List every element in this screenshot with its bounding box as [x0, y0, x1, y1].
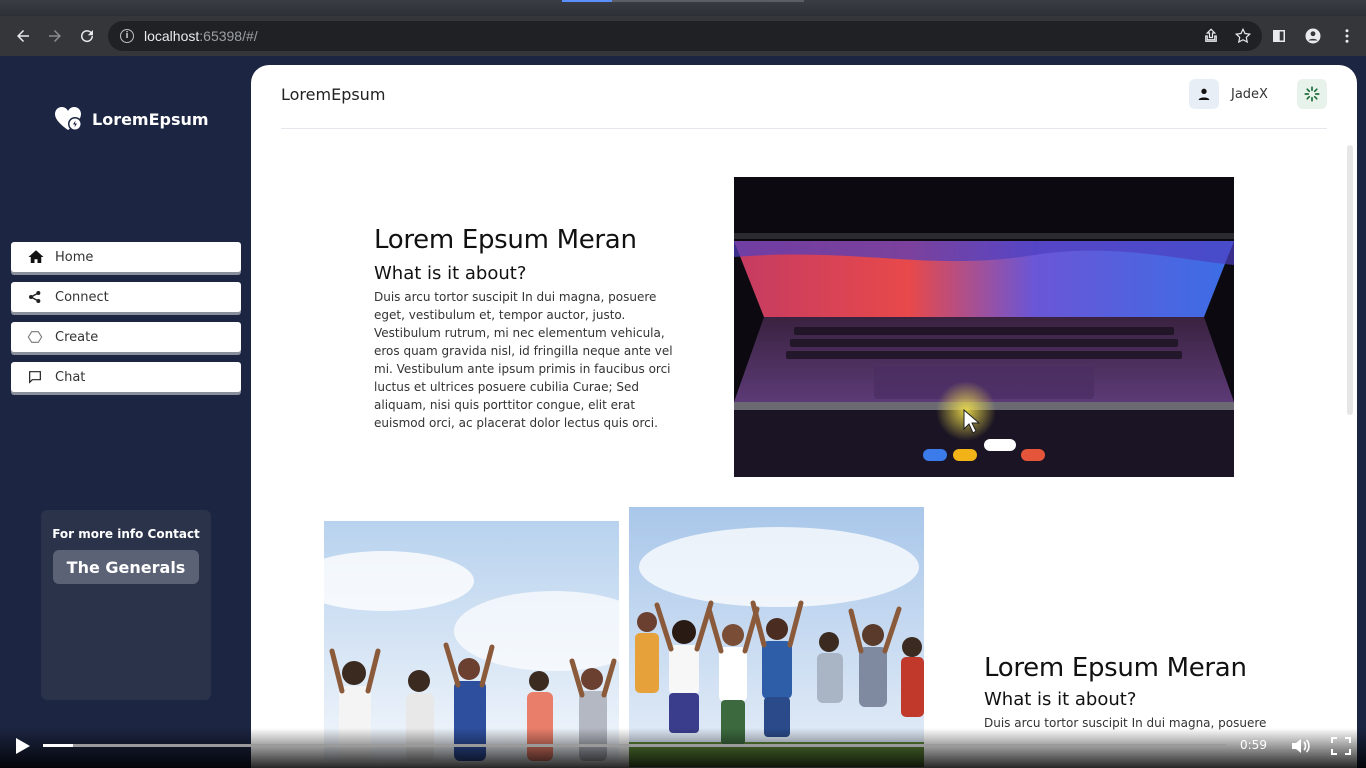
video-timecode: 0:59: [1240, 738, 1267, 752]
address-bar-actions: [1202, 27, 1252, 45]
video-progress-fill: [43, 744, 73, 747]
side-panel-icon[interactable]: [1270, 27, 1288, 45]
url-host: localhost: [144, 28, 200, 44]
volume-icon[interactable]: [1290, 736, 1312, 756]
settings-button[interactable]: [1297, 79, 1327, 109]
contact-card: For more info Contact The Generals: [41, 510, 211, 700]
url-path: :65398/#/: [199, 28, 258, 44]
laptop-illustration: [734, 177, 1234, 477]
video-progress-bar[interactable]: [43, 744, 1226, 747]
play-icon[interactable]: [12, 736, 32, 756]
second-subheading: What is it about?: [984, 689, 1137, 710]
main-content: LoremEpsum JadeX Lorem Epsum Meran What …: [251, 65, 1357, 768]
star-icon[interactable]: [1234, 27, 1252, 45]
heart-logo-icon: [55, 107, 82, 131]
reload-icon: [81, 30, 94, 43]
arrow-right-icon: [49, 30, 61, 42]
contact-button[interactable]: The Generals: [53, 550, 199, 584]
video-controls: 0:59: [0, 728, 1366, 768]
browser-tab-strip: [0, 0, 1366, 16]
user-icon: [1198, 88, 1210, 100]
page-title: LoremEpsum: [281, 85, 386, 104]
laptop-image: [734, 177, 1234, 477]
active-tab-indicator: [562, 0, 612, 2]
forward-button[interactable]: [39, 20, 71, 52]
sidebar: LoremEpsum Home Connect Create Chat For …: [0, 56, 251, 768]
sidebar-item-home[interactable]: Home: [11, 242, 241, 272]
sidebar-item-connect[interactable]: Connect: [11, 282, 241, 312]
reload-button[interactable]: [71, 20, 103, 52]
people-photo-1: [324, 521, 619, 761]
hexagon-icon: [27, 331, 43, 343]
contact-title: For more info Contact: [52, 527, 200, 541]
address-bar[interactable]: i localhost:65398/#/: [108, 21, 1262, 51]
user-profile[interactable]: JadeX: [1189, 79, 1268, 109]
browser-toolbar: i localhost:65398/#/: [0, 16, 1366, 56]
logo-text: LoremEpsum: [92, 109, 209, 129]
people-jumping-image-1: [324, 521, 619, 761]
chat-icon: [29, 371, 41, 384]
info-icon[interactable]: i: [120, 29, 134, 43]
header-divider: [281, 128, 1327, 129]
sparkle-icon: [1304, 86, 1320, 102]
tab-divider: [612, 0, 804, 2]
fullscreen-icon[interactable]: [1330, 736, 1352, 756]
sidebar-item-label: Home: [55, 249, 94, 265]
arrow-left-icon: [17, 30, 29, 42]
toolbar-right-actions: [1270, 27, 1356, 45]
scrollbar[interactable]: [1347, 145, 1353, 415]
second-heading: Lorem Epsum Meran: [984, 653, 1247, 683]
sidebar-item-create[interactable]: Create: [11, 322, 241, 352]
more-menu-icon[interactable]: [1338, 27, 1356, 45]
second-text-block: Lorem Epsum Meran What is it about? Duis…: [984, 653, 1304, 732]
sidebar-item-label: Chat: [55, 369, 86, 385]
sidebar-menu: Home Connect Create Chat: [11, 242, 241, 402]
url-text: localhost:65398/#/: [144, 28, 258, 44]
app-logo[interactable]: LoremEpsum: [54, 106, 209, 132]
share-icon[interactable]: [1202, 27, 1220, 45]
avatar[interactable]: [1189, 79, 1219, 109]
home-icon: [28, 250, 44, 263]
sidebar-item-label: Connect: [55, 289, 109, 305]
hero-body: Duis arcu tortor suscipit In dui magna, …: [374, 290, 673, 430]
user-name: JadeX: [1231, 86, 1268, 102]
profile-icon[interactable]: [1304, 27, 1322, 45]
hero-heading: Lorem Epsum Meran: [374, 225, 637, 255]
back-button[interactable]: [7, 20, 39, 52]
sidebar-item-chat[interactable]: Chat: [11, 362, 241, 392]
share-icon: [29, 291, 41, 303]
hero-subheading: What is it about?: [374, 263, 527, 284]
sidebar-item-label: Create: [55, 329, 99, 345]
hero-text-block: Lorem Epsum Meran What is it about? Duis…: [374, 225, 674, 432]
app-page: LoremEpsum Home Connect Create Chat For …: [0, 56, 1366, 768]
